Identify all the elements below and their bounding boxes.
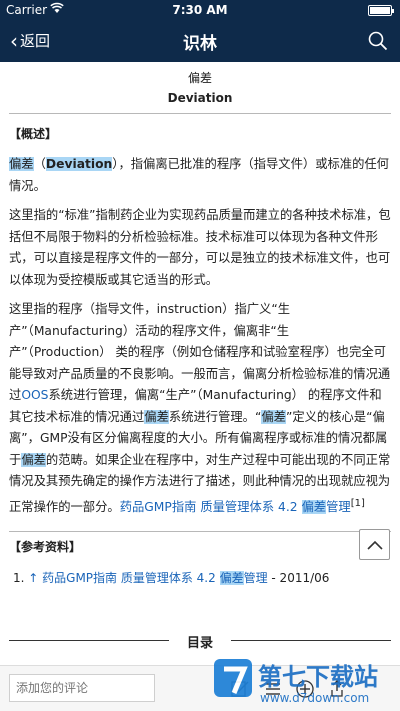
chevron-up-icon — [366, 540, 383, 550]
divider — [9, 113, 391, 114]
highlight-term: 偏差 — [301, 499, 327, 514]
ref-date: - 2011/06 — [267, 571, 330, 586]
highlight-term: 偏差 — [261, 409, 286, 424]
scroll-to-top-button[interactable] — [359, 529, 390, 560]
references-heading: 【参考资料】 — [9, 531, 391, 555]
article-subtitle: Deviation — [167, 91, 233, 105]
page-title: 识林 — [183, 34, 217, 54]
highlight-term-en: Deviation — [45, 157, 113, 171]
citation-sup[interactable]: [1] — [351, 498, 365, 509]
overview-heading: 【概述】 — [9, 127, 58, 141]
text-run: （ — [33, 157, 46, 171]
article-title: 偏差 — [187, 71, 212, 85]
nav-bar: ‹ 返回 识林 — [0, 20, 400, 62]
text-run: 系统进行管理。“ — [168, 409, 262, 424]
link-text: 药品GMP指南 质量管理体系 4.2 — [38, 571, 220, 586]
highlight-term: 偏差 — [219, 571, 244, 586]
ref-number: 1. — [13, 571, 29, 586]
battery-icon — [368, 5, 394, 16]
highlight-term: 偏差 — [144, 409, 169, 424]
highlight-term: 偏差 — [9, 157, 34, 171]
status-time: 7:30 AM — [172, 3, 228, 17]
watermark-logo: 第七下载站 www.d7down.com — [212, 657, 392, 707]
divider — [231, 640, 391, 641]
ref-backlink-arrow[interactable]: ↑ — [28, 571, 38, 585]
watermark-brand: 第七下载站 — [258, 663, 378, 691]
watermark-url: www.d7down.com — [260, 691, 369, 705]
toc-button[interactable]: 目录 — [9, 632, 391, 651]
search-icon[interactable] — [368, 31, 388, 51]
paragraph-procedure: 这里指的程序（指导文件，instruction）指广义“生产”（Manufact… — [9, 299, 391, 518]
article-content: 偏差 Deviation 【概述】 偏差（Deviation），指偏离已批准的程… — [0, 62, 400, 632]
paragraph-definition: 偏差（Deviation），指偏离已批准的程序（指导文件）或标准的任何情况。 — [9, 154, 391, 197]
reference-link[interactable]: 药品GMP指南 质量管理体系 4.2 偏差管理 — [38, 571, 268, 586]
text-run: 这里指的程序（指导文件，instruction）指广义“生产”（Manufact… — [9, 302, 391, 402]
reference-item: 1. ↑ 药品GMP指南 质量管理体系 4.2 偏差管理 - 2011/06 — [9, 569, 391, 587]
comment-input[interactable] — [9, 674, 155, 702]
status-bar: Carrier 7:30 AM — [0, 0, 400, 20]
gmp-guide-link[interactable]: 药品GMP指南 质量管理体系 4.2 偏差管理 — [119, 499, 351, 514]
link-text: 管理 — [243, 571, 268, 586]
oos-link[interactable]: OOS — [21, 388, 48, 402]
highlight-term: 偏差 — [21, 452, 46, 467]
toc-bar: 目录 — [9, 630, 391, 651]
paragraph-standard: 这里指的“标准”指制药企业为实现药品质量而建立的各种技术标准，包括但不局限于物料… — [9, 208, 391, 287]
link-text: 管理 — [326, 499, 351, 514]
link-text: 药品GMP指南 质量管理体系 4.2 — [119, 499, 302, 514]
